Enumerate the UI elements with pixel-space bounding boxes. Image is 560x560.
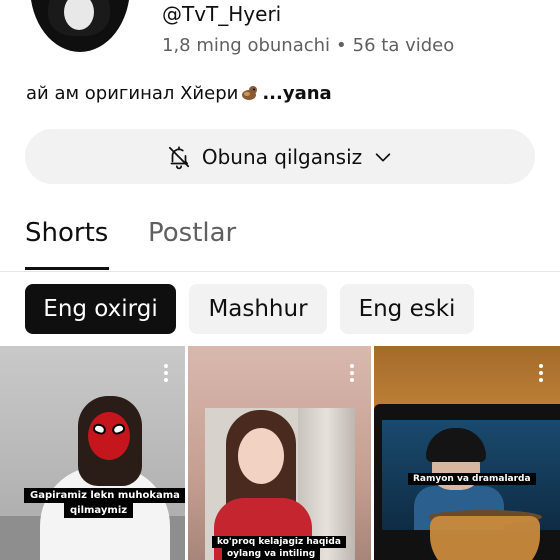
bell-off-icon (168, 145, 189, 169)
short-thumbnail[interactable]: ko'proq kelajagiz haqida oylang va intil… (188, 346, 371, 560)
thumbnail-person (238, 428, 284, 484)
description-text: ай ам оригинал Хйери (26, 83, 239, 104)
chevron-down-icon (375, 152, 391, 161)
subscriber-count: 1,8 ming obunachi (162, 35, 331, 56)
channel-tabs: Shorts Postlar (0, 214, 560, 272)
filter-chip-oldest[interactable]: Eng eski (340, 284, 474, 334)
tab-posts[interactable]: Postlar (148, 218, 236, 248)
otter-emoji-icon (242, 86, 258, 100)
tab-shorts[interactable]: Shorts (25, 218, 108, 248)
active-tab-indicator (25, 267, 109, 270)
short-caption: Gapiramiz lekn muhokama (24, 488, 185, 503)
short-caption: ko'proq kelajagiz haqida (212, 536, 346, 548)
short-caption: qilmaymiz (64, 503, 134, 518)
subscribed-button[interactable]: Obuna qilgansiz (25, 129, 535, 184)
subscribed-label: Obuna qilgansiz (201, 144, 363, 169)
spider-mask-sticker (88, 412, 130, 460)
more-options-icon[interactable] (163, 364, 169, 382)
short-caption: oylang va intiling (222, 548, 321, 560)
more-options-icon[interactable] (538, 364, 544, 382)
channel-handle: @TvT_Hyeri (162, 2, 282, 26)
channel-avatar[interactable] (30, 0, 130, 52)
short-caption: Ramyon va dramalarda (408, 473, 536, 485)
stats-separator: • (336, 35, 347, 56)
channel-stats: 1,8 ming obunachi • 56 ta video (162, 35, 454, 56)
filter-chip-latest[interactable]: Eng oxirgi (25, 284, 176, 334)
short-thumbnail[interactable]: Ramyon va dramalarda (374, 346, 560, 560)
channel-description[interactable]: ай ам оригинал Хйери ...yana (26, 83, 332, 104)
description-more-link[interactable]: ...yana (262, 83, 331, 104)
thumbnail-cup (430, 516, 540, 560)
filter-chip-popular[interactable]: Mashhur (189, 284, 327, 334)
short-thumbnail[interactable]: Gapiramiz lekn muhokama qilmaymiz (0, 346, 185, 560)
video-count: 56 ta video (352, 35, 455, 56)
more-options-icon[interactable] (349, 364, 355, 382)
